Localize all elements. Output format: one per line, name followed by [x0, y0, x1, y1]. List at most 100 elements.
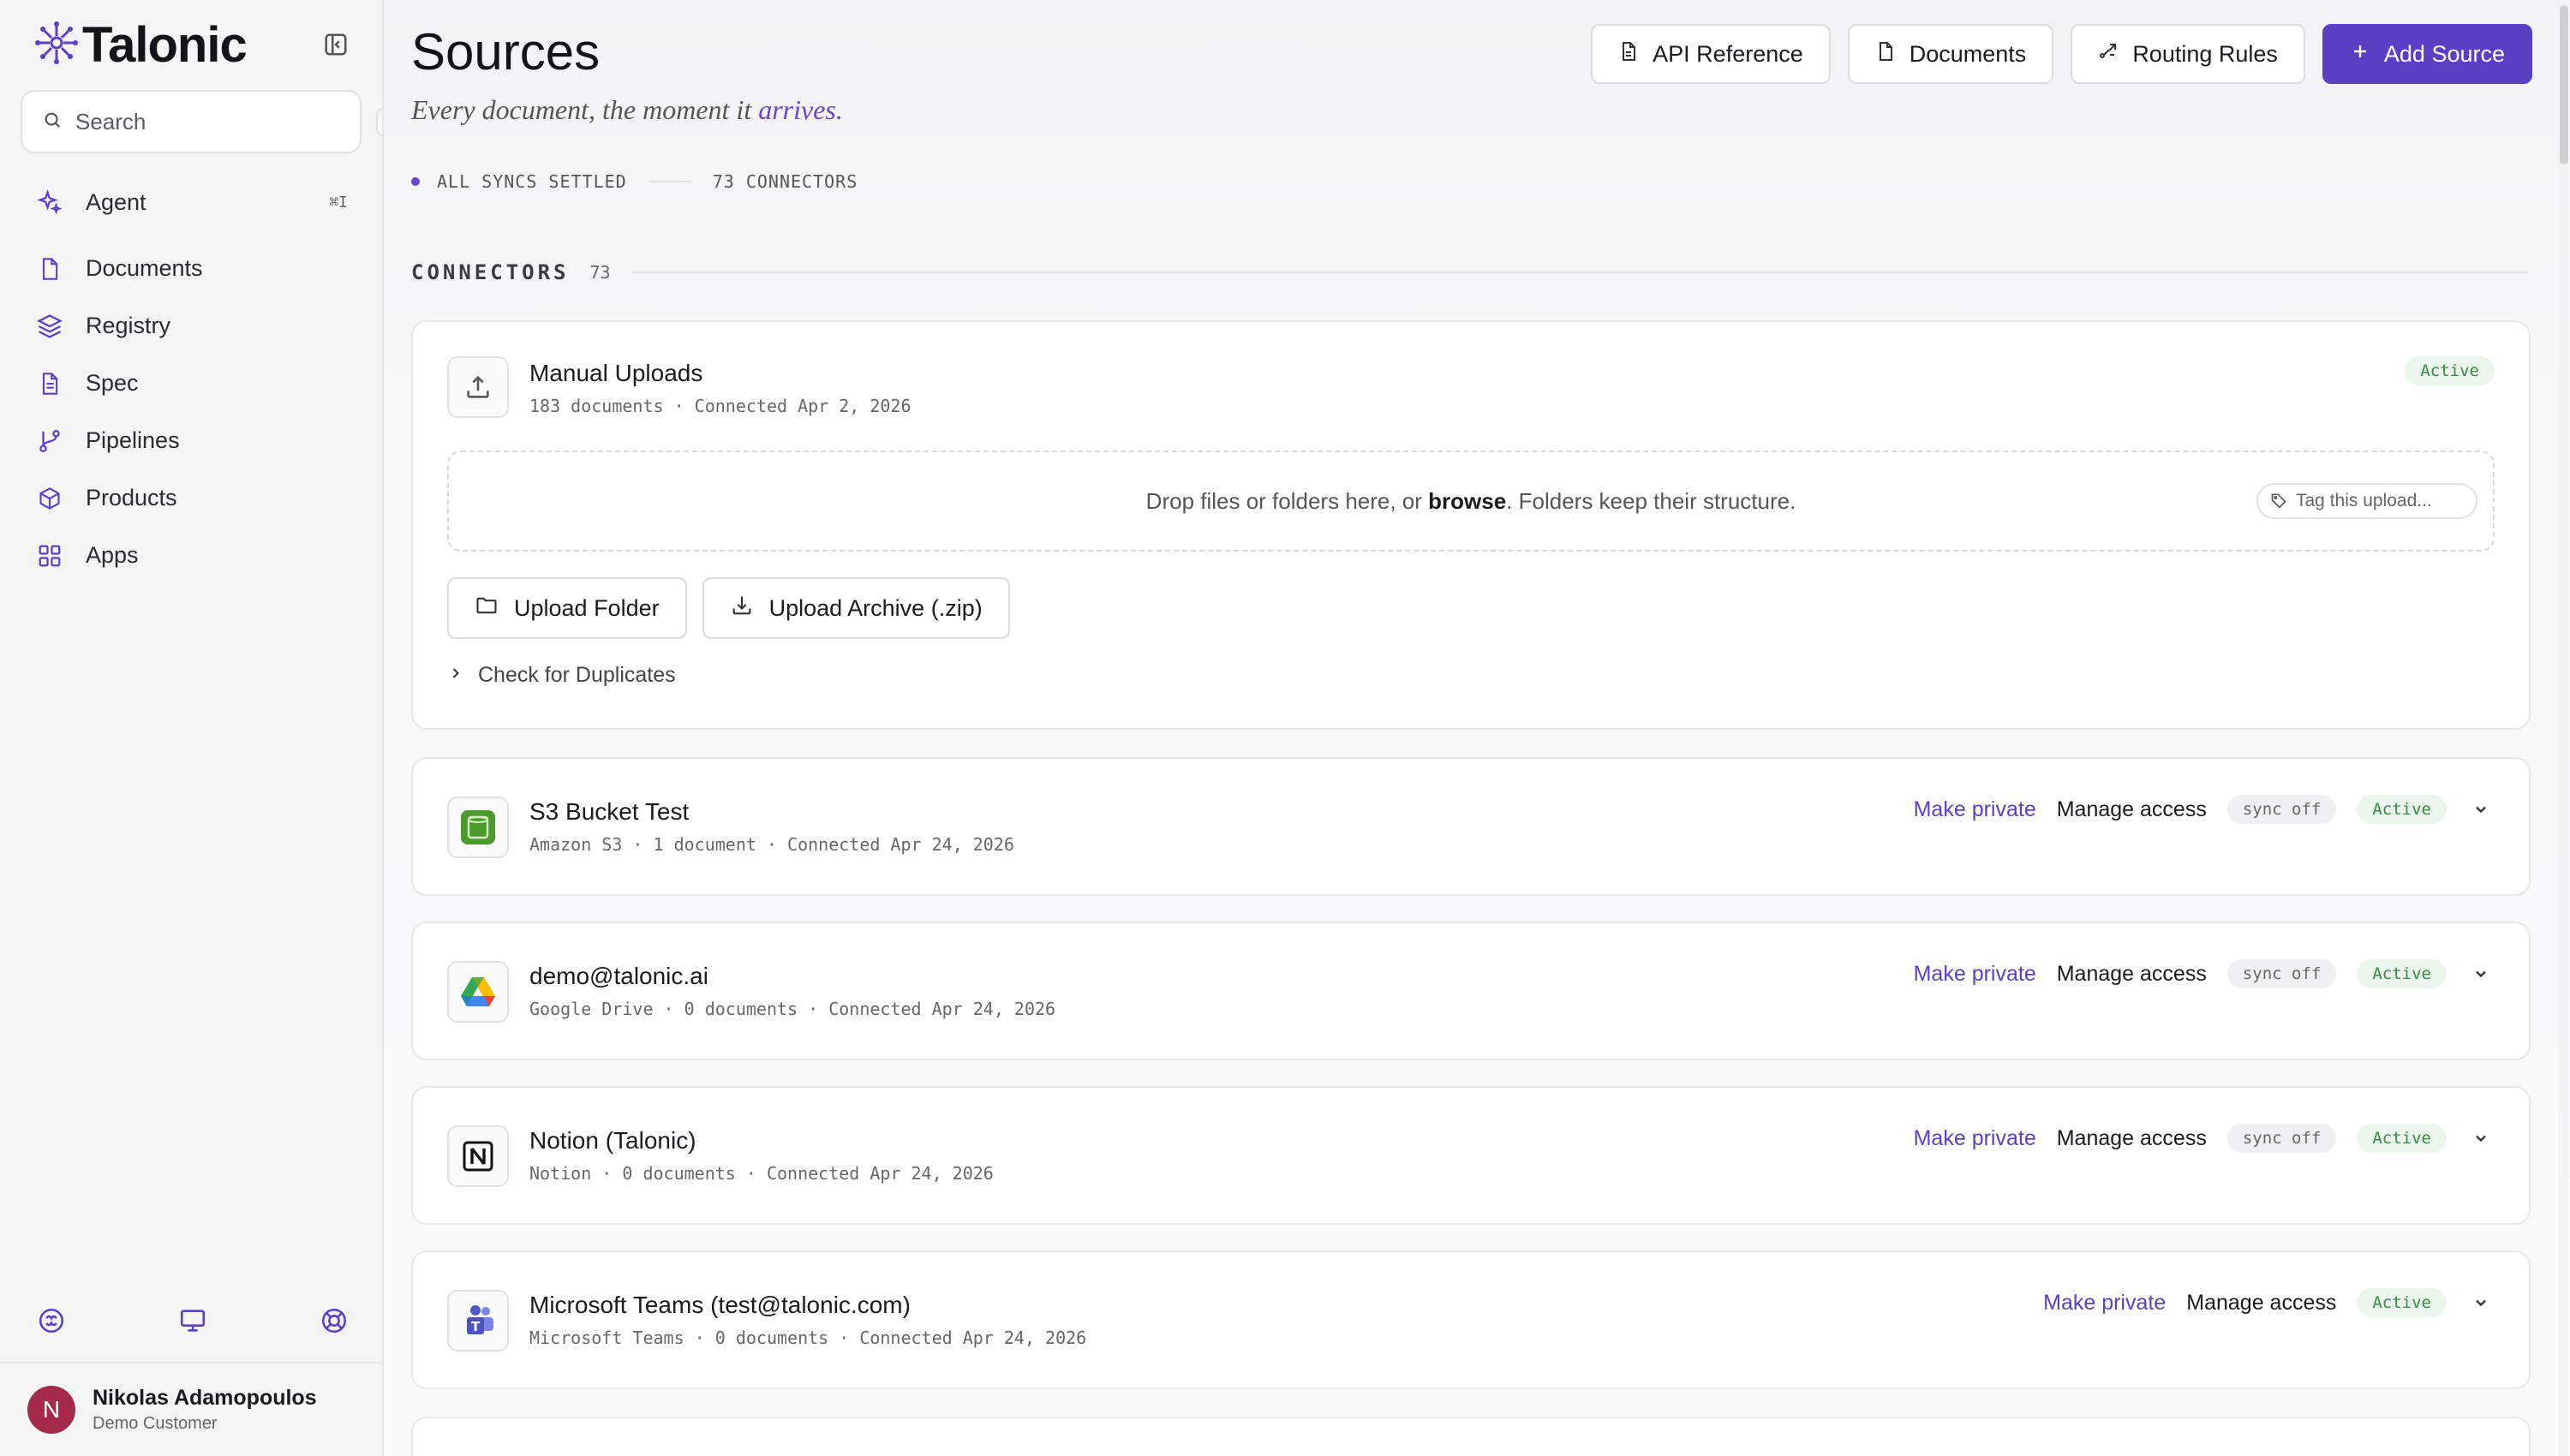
sidebar-bottom-icons: [34, 1304, 351, 1338]
documents-button[interactable]: Documents: [1847, 24, 2054, 84]
sidebar-item-label: Registry: [86, 313, 171, 338]
divider: [648, 181, 690, 182]
button-label: Upload Folder: [514, 594, 660, 621]
connector-actions: Make private Manage access Active: [2043, 1288, 2495, 1317]
scrollbar-thumb[interactable]: [2560, 5, 2568, 164]
sidebar-item-label: Agent: [86, 188, 146, 215]
browse-link[interactable]: browse: [1428, 488, 1506, 514]
sidebar-item-pipelines[interactable]: Pipelines: [21, 412, 363, 469]
search-input[interactable]: [75, 108, 362, 135]
tag-upload-field[interactable]: [2256, 483, 2477, 519]
connector-meta: Amazon S3 · 1 document · Connected Apr 2…: [529, 834, 1014, 855]
user-name: Nikolas Adamopoulos: [93, 1386, 317, 1410]
scrollbar-track[interactable]: [2558, 0, 2568, 1456]
sidebar-item-apps[interactable]: Apps: [21, 527, 363, 584]
connector-actions: Make private Manage access sync off Acti…: [1914, 795, 2495, 824]
connector-actions: Make private Manage access sync off Acti…: [1914, 1124, 2495, 1153]
connector-meta: Notion · 0 documents · Connected Apr 24,…: [529, 1163, 994, 1184]
tagline-text: Every document, the moment it: [411, 94, 759, 125]
sidebar-item-products[interactable]: Products: [21, 469, 363, 527]
main-content: Sources Every document, the moment it ar…: [384, 0, 2570, 1456]
tagline-accent: arrives.: [758, 94, 843, 125]
sidebar: Talonic ⌘K Agent ⌘I: [0, 0, 415, 1456]
status-badge: Active: [2357, 1124, 2447, 1153]
chevron-down-icon[interactable]: [2467, 1125, 2495, 1152]
chevron-right-icon: [447, 663, 464, 688]
button-label: Add Source: [2383, 40, 2505, 67]
section-title: CONNECTORS: [411, 260, 570, 284]
button-label: Routing Rules: [2132, 40, 2278, 67]
upload-archive-button[interactable]: Upload Archive (.zip): [702, 577, 1010, 639]
sync-badge: sync off: [2226, 1124, 2337, 1153]
upload-icon: [447, 356, 509, 418]
connector-meta: Microsoft Teams · 0 documents · Connecte…: [529, 1328, 1087, 1348]
lifebuoy-icon[interactable]: [317, 1304, 351, 1338]
file-text-icon: [36, 370, 63, 397]
api-reference-button[interactable]: API Reference: [1591, 24, 1831, 84]
user-profile[interactable]: N Nikolas Adamopoulos Demo Customer: [0, 1362, 382, 1456]
connectors-count-text: 73 CONNECTORS: [712, 171, 858, 192]
chevron-down-icon[interactable]: [2467, 960, 2495, 988]
routing-rules-button[interactable]: Routing Rules: [2071, 24, 2305, 84]
manage-access-button[interactable]: Manage access: [2186, 1291, 2336, 1316]
dropzone-text-prefix: Drop files or folders here, or: [1145, 487, 1429, 514]
manage-access-button[interactable]: Manage access: [2057, 1126, 2207, 1151]
manage-access-button[interactable]: Manage access: [2057, 962, 2207, 987]
chevron-down-icon[interactable]: [2467, 1289, 2495, 1316]
folder-icon: [475, 594, 499, 624]
add-source-button[interactable]: Add Source: [2322, 24, 2532, 84]
brain-icon[interactable]: [34, 1304, 69, 1338]
file-icon: [1875, 41, 1896, 68]
upload-folder-button[interactable]: Upload Folder: [447, 577, 687, 639]
sync-badge: sync off: [2226, 795, 2337, 824]
connector-card[interactable]: [411, 1417, 2531, 1456]
sidebar-item-registry[interactable]: Registry: [21, 297, 363, 355]
connector-card[interactable]: T Microsoft Teams (test@talonic.com) Mic…: [411, 1250, 2531, 1389]
chevron-down-icon[interactable]: [2467, 796, 2495, 823]
check-duplicates-label: Check for Duplicates: [478, 663, 676, 687]
connector-card[interactable]: demo@talonic.ai Google Drive · 0 documen…: [411, 922, 2531, 1060]
sparkle-icon: [36, 188, 63, 216]
grid-icon: [36, 542, 63, 570]
divider: [631, 272, 2529, 273]
route-icon: [2098, 41, 2119, 68]
agent-shortcut: ⌘I: [329, 193, 348, 212]
button-label: Documents: [1909, 40, 2027, 67]
section-count: 73: [589, 262, 611, 283]
monitor-icon[interactable]: [176, 1304, 210, 1338]
make-private-button[interactable]: Make private: [1914, 797, 2036, 822]
sidebar-item-label: Spec: [86, 370, 139, 396]
logo-row: Talonic: [34, 17, 353, 73]
connector-name: demo@talonic.ai: [529, 963, 708, 989]
tag-upload-input[interactable]: [2296, 491, 2459, 511]
status-dot: [411, 177, 420, 186]
make-private-button[interactable]: Make private: [1914, 1126, 2036, 1151]
upload-buttons: Upload Folder Upload Archive (.zip): [447, 577, 1010, 639]
manual-uploads-card: Manual Uploads 183 documents · Connected…: [411, 320, 2531, 730]
sidebar-collapse-icon[interactable]: [319, 27, 353, 62]
layers-icon: [36, 313, 63, 340]
manage-access-button[interactable]: Manage access: [2057, 797, 2207, 822]
dropzone-text: Drop files or folders here, or browse. F…: [1146, 488, 1796, 515]
logo[interactable]: Talonic: [34, 16, 248, 74]
connector-actions: Make private Manage access sync off Acti…: [1914, 959, 2495, 988]
check-duplicates-toggle[interactable]: Check for Duplicates: [447, 663, 676, 688]
page-tagline: Every document, the moment it arrives.: [411, 94, 843, 126]
upload-dropzone[interactable]: Drop files or folders here, or browse. F…: [447, 451, 2495, 552]
page-title: Sources: [411, 23, 601, 81]
status-badge: Active: [2357, 959, 2447, 988]
connector-card[interactable]: Notion (Talonic) Notion · 0 documents · …: [411, 1086, 2531, 1225]
talonic-logo-icon: [34, 21, 79, 69]
status-badge: Active: [2405, 356, 2495, 385]
dropzone-text-suffix: . Folders keep their structure.: [1506, 487, 1796, 514]
button-label: Upload Archive (.zip): [768, 594, 983, 621]
google-drive-icon: [447, 961, 509, 1023]
search-box[interactable]: ⌘K: [21, 90, 415, 153]
download-icon: [730, 594, 754, 624]
connector-card[interactable]: S3 Bucket Test Amazon S3 · 1 document · …: [411, 757, 2531, 896]
sidebar-item-spec[interactable]: Spec: [21, 355, 363, 412]
sidebar-item-documents[interactable]: Documents: [21, 240, 363, 297]
make-private-button[interactable]: Make private: [1914, 962, 2036, 987]
sidebar-item-agent[interactable]: Agent ⌘I: [21, 175, 363, 230]
make-private-button[interactable]: Make private: [2043, 1291, 2166, 1316]
